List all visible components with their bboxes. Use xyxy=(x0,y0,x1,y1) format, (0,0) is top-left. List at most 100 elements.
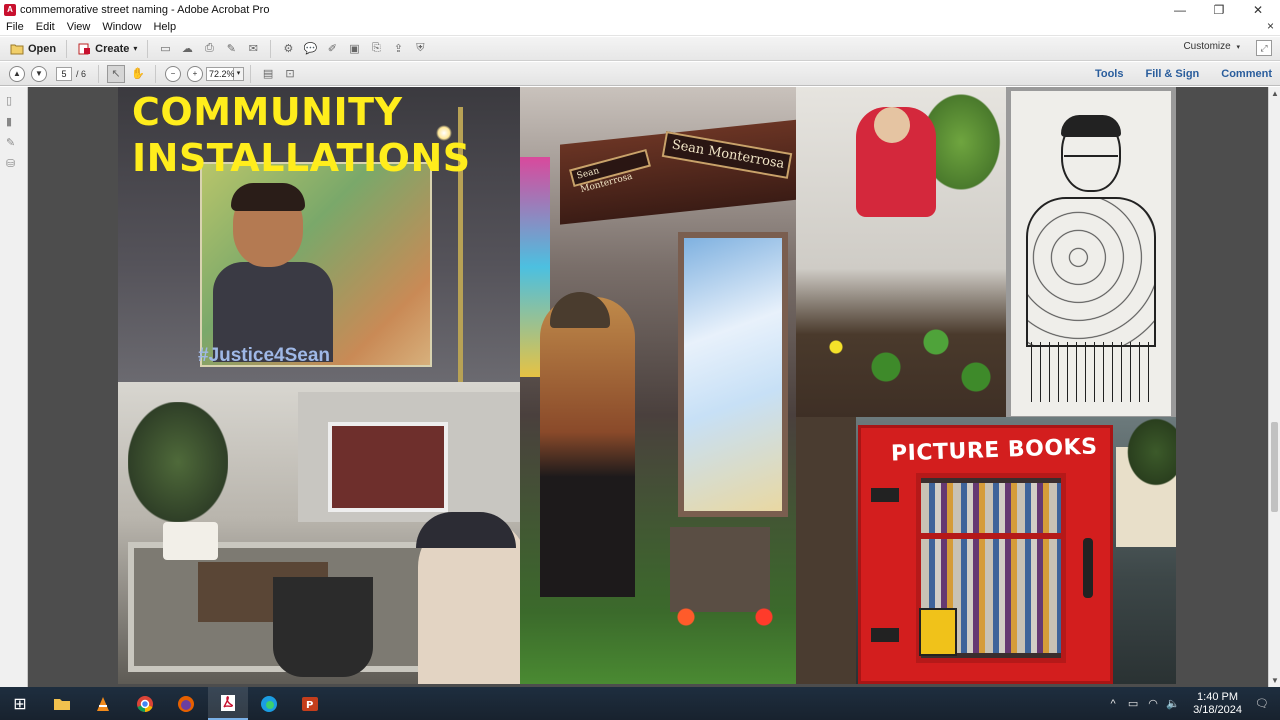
fit-page-icon[interactable]: ▤ xyxy=(259,65,277,83)
bookmarks-icon[interactable]: ▮ xyxy=(6,115,20,129)
tree-trunk xyxy=(796,417,856,684)
plant-pot xyxy=(273,577,373,677)
vertical-scrollbar[interactable]: ▲ ▼ xyxy=(1268,87,1280,687)
create-button[interactable]: Create ▾ xyxy=(73,39,141,59)
full-screen-icon[interactable]: ⊡ xyxy=(281,65,299,83)
customize-dropdown[interactable]: Customize ▾ xyxy=(1183,41,1240,52)
page-total: / 6 xyxy=(76,68,87,79)
comment-icon[interactable]: 💬 xyxy=(301,40,319,58)
tools-link[interactable]: Tools xyxy=(1095,68,1124,80)
save-icon[interactable]: ▭ xyxy=(156,40,174,58)
fill-sign-link[interactable]: Fill & Sign xyxy=(1145,68,1199,80)
open-button[interactable]: Open xyxy=(6,39,60,59)
clock-date: 3/18/2024 xyxy=(1193,703,1242,716)
notification-icon[interactable]: 🗨 xyxy=(1252,697,1272,710)
select-tool-icon[interactable]: ↖ xyxy=(107,64,126,83)
restore-button[interactable]: ❐ xyxy=(1199,0,1239,19)
minimize-button[interactable]: — xyxy=(1160,0,1200,19)
slide-title: COMMUNITY INSTALLATIONS xyxy=(132,89,471,181)
portrait-sketch xyxy=(1006,87,1176,422)
open-label: Open xyxy=(28,42,57,55)
previous-page-icon[interactable]: ▲ xyxy=(9,65,25,82)
hand-tool-icon[interactable]: ✋ xyxy=(129,65,147,83)
volume-icon[interactable]: 🔈 xyxy=(1163,697,1183,710)
menu-bar: File Edit View Window Help × xyxy=(0,19,1280,36)
hinge xyxy=(871,628,899,642)
page-thumbnails-icon[interactable]: ▯ xyxy=(6,94,20,108)
edit-icon[interactable]: ✎ xyxy=(222,40,240,58)
customize-caret-icon: ▾ xyxy=(1236,44,1240,51)
scrollbar-thumb[interactable] xyxy=(1271,422,1278,512)
print-icon[interactable]: ⎙ xyxy=(200,40,218,58)
acrobat-icon: A xyxy=(4,3,16,16)
stamp-icon[interactable]: ▣ xyxy=(345,40,363,58)
gardener-head xyxy=(874,107,910,143)
scroll-down-icon[interactable]: ▼ xyxy=(1271,676,1279,685)
powerpoint-icon[interactable]: P xyxy=(290,687,330,720)
battery-icon[interactable]: ▭ xyxy=(1123,697,1143,710)
acrobat-taskbar-icon[interactable] xyxy=(208,687,248,720)
garage-door xyxy=(328,422,448,512)
zoom-out-icon[interactable]: − xyxy=(165,65,182,82)
book-box-label: PICTURE BOOKS xyxy=(890,434,1098,467)
toolbar-separator xyxy=(270,39,272,58)
close-button[interactable]: ✕ xyxy=(1238,0,1278,19)
sticker xyxy=(919,608,957,656)
customize-label: Customize xyxy=(1183,41,1231,52)
scroll-up-icon[interactable]: ▲ xyxy=(1271,89,1279,98)
close-document-button[interactable]: × xyxy=(1267,19,1274,33)
task-pane-links: Tools Fill & Sign Comment xyxy=(1073,62,1272,86)
attach-icon[interactable]: ⎘ xyxy=(367,40,385,58)
hinge xyxy=(871,488,899,502)
page-number-input[interactable]: 5 xyxy=(56,66,72,81)
highlight-icon[interactable]: ✐ xyxy=(323,40,341,58)
show-hidden-icons-button[interactable]: ^ xyxy=(1103,698,1123,710)
toolbar-separator xyxy=(98,64,100,83)
zoom-in-icon[interactable]: + xyxy=(187,65,204,82)
create-caret-icon: ▾ xyxy=(133,44,138,53)
kiosk-collage-board xyxy=(678,232,788,517)
settings-icon[interactable]: ⚙ xyxy=(279,40,297,58)
memorial-kiosk-photo: Sean Monterrosa Sean Monterrosa xyxy=(520,87,796,684)
menu-file[interactable]: File xyxy=(6,21,24,33)
cloud-upload-icon[interactable]: ☁ xyxy=(178,40,196,58)
network-icon[interactable]: ◠ xyxy=(1143,697,1163,710)
sketch-body xyxy=(1026,197,1156,347)
firefox-icon[interactable] xyxy=(166,687,206,720)
book-shelf xyxy=(921,533,1061,539)
garden-photo xyxy=(796,87,1006,417)
tree xyxy=(1126,417,1176,487)
start-button[interactable]: ⊞ xyxy=(0,687,40,720)
menu-view[interactable]: View xyxy=(67,21,91,33)
menu-edit[interactable]: Edit xyxy=(36,21,55,33)
toolbar-separator xyxy=(155,64,157,83)
menu-window[interactable]: Window xyxy=(102,21,141,33)
sketch-glasses xyxy=(1064,155,1118,167)
zoom-dropdown-icon[interactable]: ▾ xyxy=(234,66,245,81)
garden-plants xyxy=(806,307,1006,407)
vlc-icon[interactable] xyxy=(83,687,123,720)
sketch-drips xyxy=(1031,342,1151,402)
mural-figure-hair xyxy=(231,183,305,211)
attachments-icon[interactable]: ⛁ xyxy=(6,157,20,171)
signatures-icon[interactable]: ✎ xyxy=(6,136,20,150)
slide-title-line1: COMMUNITY xyxy=(132,90,403,134)
next-page-icon[interactable]: ▼ xyxy=(31,65,47,82)
clock[interactable]: 1:40 PM 3/18/2024 xyxy=(1193,691,1242,717)
comment-link[interactable]: Comment xyxy=(1221,68,1272,80)
chrome-icon[interactable] xyxy=(125,687,165,720)
tree xyxy=(128,402,228,522)
window-title: commemorative street naming - Adobe Acro… xyxy=(20,3,270,16)
expand-icon[interactable]: ⤢ xyxy=(1256,40,1272,56)
edge-icon[interactable] xyxy=(249,687,289,720)
menu-help[interactable]: Help xyxy=(153,21,176,33)
file-explorer-icon[interactable] xyxy=(42,687,82,720)
protect-icon[interactable]: ⛨ xyxy=(411,40,429,58)
svg-text:P: P xyxy=(306,700,313,711)
navigation-toolbar: ▲ ▼ 5 / 6 ↖ ✋ − + 72.2% ▾ ▤ ⊡ Tools Fill… xyxy=(0,62,1280,86)
sketch-hair xyxy=(1061,115,1121,137)
export-icon[interactable]: ⇪ xyxy=(389,40,407,58)
zoom-input[interactable]: 72.2% xyxy=(206,66,235,81)
toolbar-separator xyxy=(250,64,252,83)
email-icon[interactable]: ✉ xyxy=(244,40,262,58)
